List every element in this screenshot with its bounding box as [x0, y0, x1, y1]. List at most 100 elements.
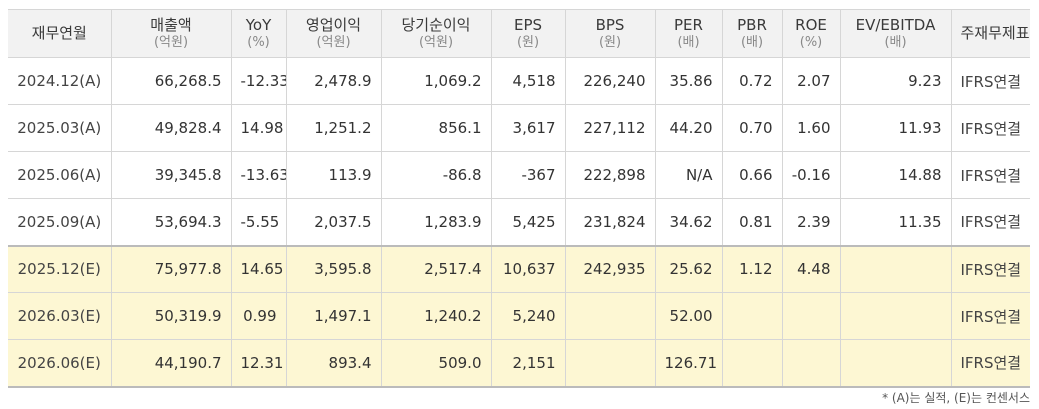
header-row: 재무연월 매출액 (억원) YoY (%) 영업이익 (억원) 당기순이익 (억원) EPS (원)… [8, 9, 1030, 58]
table-cell: 53,694.3 [110, 198, 232, 246]
column-header: YoY (%) [230, 9, 287, 58]
table-cell: 242,935 [564, 244, 656, 293]
table-cell: -367 [490, 151, 566, 199]
statement-type-cell: IFRS연결 [950, 57, 1030, 105]
table-cell [564, 292, 656, 340]
statement-type-cell: IFRS연결 [950, 198, 1030, 246]
table-cell: 9.23 [839, 57, 952, 105]
table-cell: 1,283.9 [380, 198, 492, 246]
period-cell: 2025.12(E) [8, 244, 112, 293]
column-header: PER (배) [654, 9, 723, 58]
table-cell: 226,240 [564, 57, 656, 105]
table-cell [781, 339, 841, 388]
table-cell: 34.62 [654, 198, 723, 246]
column-header-label: ROE [795, 15, 827, 34]
footnote: * (A)는 실적, (E)는 컨센서스 [882, 391, 1030, 405]
period-cell: 2025.03(A) [8, 104, 112, 152]
column-header-label: 당기순이익 [401, 15, 471, 34]
table-cell: 50,319.9 [110, 292, 232, 340]
table-cell: 1.60 [781, 104, 841, 152]
table-cell: 1.12 [721, 244, 783, 293]
table-cell [721, 292, 783, 340]
table-cell: -13.63 [230, 151, 287, 199]
column-header-label: EV/EBITDA [855, 15, 936, 34]
table-cell: 3,595.8 [285, 244, 382, 293]
table-cell: 52.00 [654, 292, 723, 340]
table-row-estimate: 2026.03(E) 50,319.9 0.99 1,497.1 1,240.2 5,24… [8, 292, 1030, 340]
column-header: EV/EBITDA (배) [839, 9, 952, 58]
table-cell: 1,069.2 [380, 57, 492, 105]
table-cell: 2,037.5 [285, 198, 382, 246]
statement-type-cell: IFRS연결 [950, 244, 1030, 293]
table-cell: -5.55 [230, 198, 287, 246]
statement-type-cell: IFRS연결 [950, 339, 1030, 388]
table-cell: 2,478.9 [285, 57, 382, 105]
table-cell: -12.33 [230, 57, 287, 105]
column-header-label: YoY [245, 15, 272, 34]
column-header-unit: (억원) [316, 34, 351, 50]
statement-type-cell: IFRS연결 [950, 151, 1030, 199]
table-row: 2025.09(A) 53,694.3 -5.55 2,037.5 1,283.9 5,4… [8, 198, 1030, 246]
column-header: ROE (%) [781, 9, 841, 58]
column-header: 매출액 (억원) [110, 9, 232, 58]
column-header-label: 영업이익 [305, 15, 362, 34]
table-cell: 1,497.1 [285, 292, 382, 340]
table-row-estimate: 2025.12(E) 75,977.8 14.65 3,595.8 2,517.4 10,… [8, 244, 1030, 293]
table-cell: 2.07 [781, 57, 841, 105]
table-cell [839, 292, 952, 340]
column-header-label: 매출액 [150, 15, 192, 34]
table-cell: 509.0 [380, 339, 492, 388]
table-row: 2025.03(A) 49,828.4 14.98 1,251.2 856.1 3,617… [8, 104, 1030, 152]
column-header: PBR (배) [721, 9, 783, 58]
table-cell: 227,112 [564, 104, 656, 152]
column-header-label: EPS [513, 15, 543, 34]
statement-type-cell: IFRS연결 [950, 292, 1030, 340]
table-cell: 4.48 [781, 244, 841, 293]
table-cell: 49,828.4 [110, 104, 232, 152]
statement-type-cell: IFRS연결 [950, 104, 1030, 152]
column-header-unit: (원) [516, 34, 540, 50]
table-cell: 66,268.5 [110, 57, 232, 105]
table-cell: 0.72 [721, 57, 783, 105]
table-cell: 44.20 [654, 104, 723, 152]
table-cell: 1,240.2 [380, 292, 492, 340]
table-cell: 25.62 [654, 244, 723, 293]
table-cell: 0.66 [721, 151, 783, 199]
table-cell: 893.4 [285, 339, 382, 388]
table-cell: 856.1 [380, 104, 492, 152]
column-header: 당기순이익 (억원) [380, 9, 492, 58]
column-header-unit: (배) [740, 34, 764, 50]
column-header-label: 재무연월 [31, 24, 87, 42]
column-header-label: 주재무제표 [960, 24, 1030, 42]
table-cell: N/A [654, 151, 723, 199]
period-cell: 2025.06(A) [8, 151, 112, 199]
table-cell [564, 339, 656, 388]
table-row: 2025.06(A) 39,345.8 -13.63 113.9 -86.8 -367 22… [8, 151, 1030, 199]
column-header-label: PER [674, 15, 703, 34]
table-cell: 2,517.4 [380, 244, 492, 293]
column-header-label: BPS [595, 15, 625, 34]
column-header-unit: (억원) [418, 34, 454, 50]
table-cell [781, 292, 841, 340]
table-cell: 11.93 [839, 104, 952, 152]
column-header: 재무연월 [8, 9, 112, 58]
table-cell: 35.86 [654, 57, 723, 105]
financial-summary-table: 재무연월 매출액 (억원) YoY (%) 영업이익 (억원) 당기순이익 (억원) EPS (원)… [8, 9, 1030, 388]
column-header: 주재무제표 [950, 9, 1030, 58]
table-cell: 75,977.8 [110, 244, 232, 293]
period-cell: 2024.12(A) [8, 57, 112, 105]
table-cell: 44,190.7 [110, 339, 232, 388]
column-header-unit: (배) [884, 34, 907, 50]
table-cell: 5,425 [490, 198, 566, 246]
column-header: EPS (원) [490, 9, 566, 58]
column-header-unit: (원) [598, 34, 622, 50]
table-cell: 2.39 [781, 198, 841, 246]
period-cell: 2025.09(A) [8, 198, 112, 246]
table-cell: 113.9 [285, 151, 382, 199]
table-cell: 14.65 [230, 244, 287, 293]
table-cell: 3,617 [490, 104, 566, 152]
table-cell: 4,518 [490, 57, 566, 105]
period-cell: 2026.03(E) [8, 292, 112, 340]
column-header: BPS (원) [564, 9, 656, 58]
table-cell: 222,898 [564, 151, 656, 199]
